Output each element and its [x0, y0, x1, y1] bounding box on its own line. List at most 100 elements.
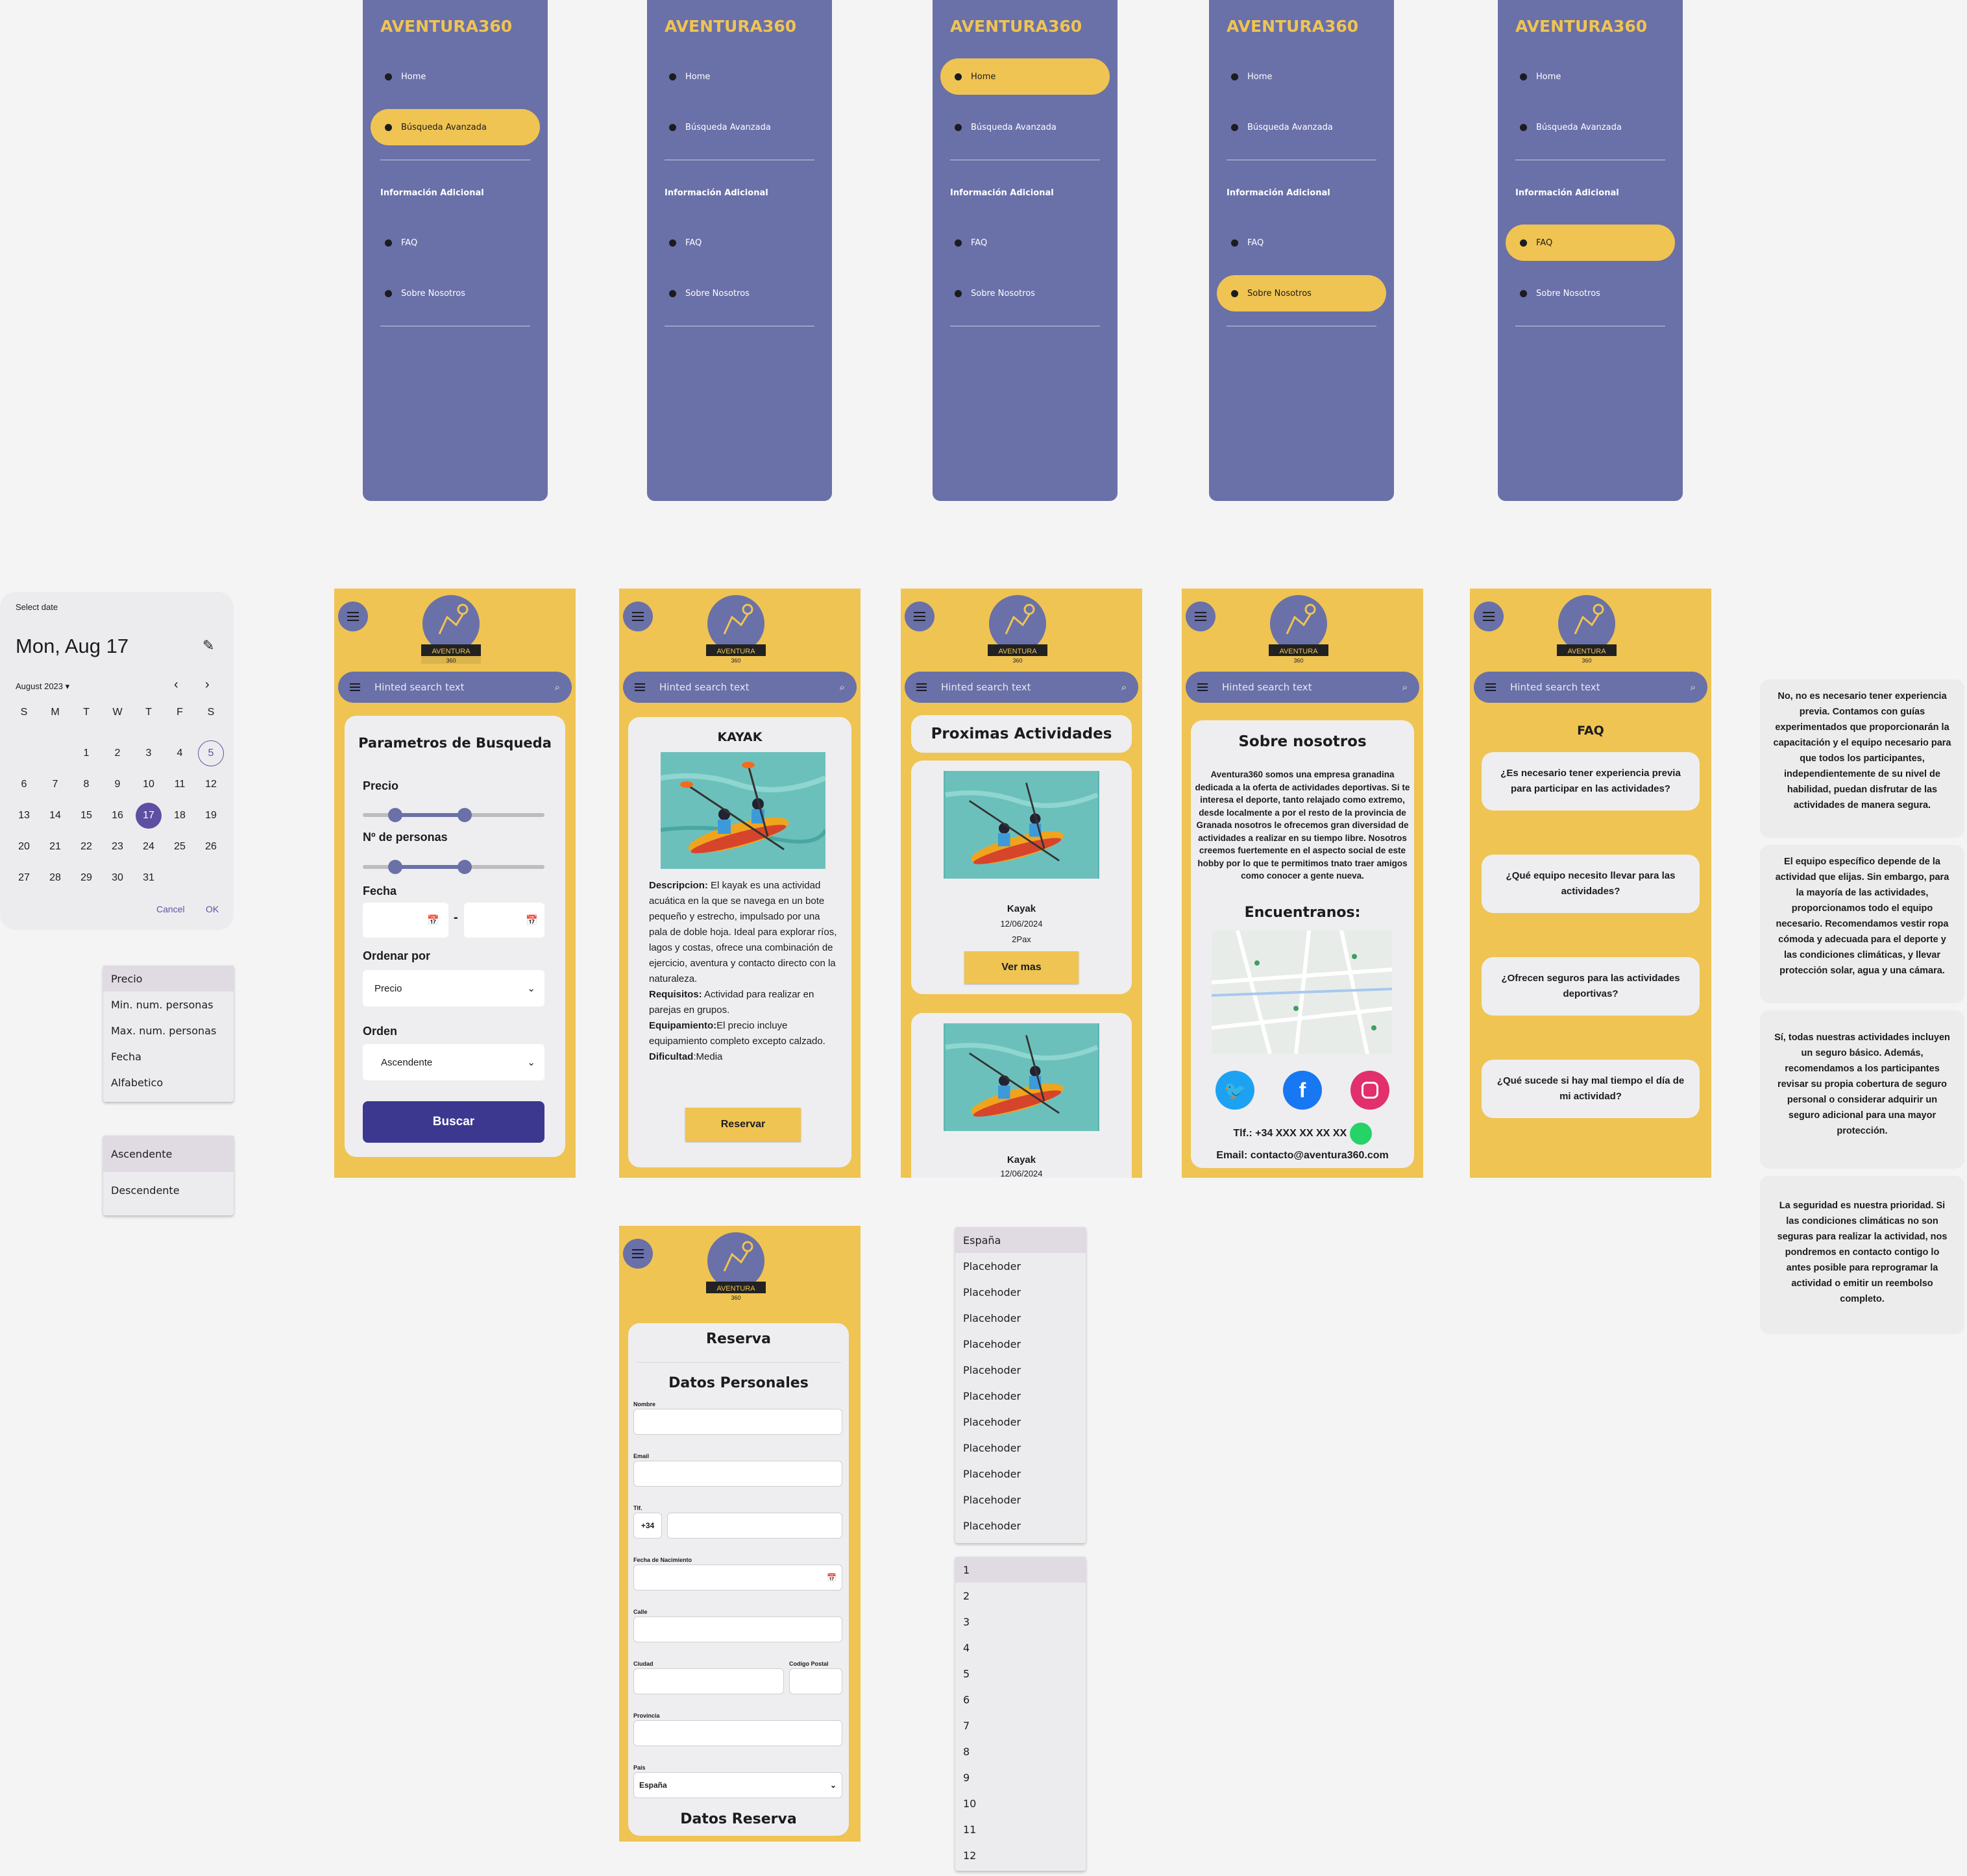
- menu-item[interactable]: Placehoder: [955, 1461, 1086, 1487]
- calendar-day[interactable]: 30: [102, 862, 133, 894]
- menu-item[interactable]: 3: [955, 1609, 1086, 1635]
- ver-mas-button[interactable]: Ver mas: [964, 951, 1079, 984]
- menu-item[interactable]: 12: [955, 1842, 1086, 1868]
- menu-item[interactable]: Placehoder: [955, 1487, 1086, 1513]
- fecha-fin-input[interactable]: 📅: [464, 903, 544, 938]
- calendar-day[interactable]: 17: [136, 803, 162, 829]
- calle-input[interactable]: [633, 1616, 842, 1642]
- calendar-day[interactable]: 6: [8, 769, 40, 800]
- menu-item[interactable]: Placehoder: [955, 1383, 1086, 1409]
- activity-card[interactable]: Kayak 12/06/2024 2Pax Ver mas: [911, 761, 1132, 994]
- drawer-item-sobre[interactable]: Sobre Nosotros: [940, 275, 1110, 311]
- drawer-item-faq[interactable]: FAQ: [1506, 225, 1675, 261]
- slider-thumb-max[interactable]: [457, 808, 472, 822]
- search-bar[interactable]: Hinted search text ⌕: [1474, 672, 1707, 703]
- menu-item[interactable]: Placehoder: [955, 1435, 1086, 1461]
- calendar-day[interactable]: 25: [164, 831, 195, 862]
- menu-item[interactable]: Max. num. personas: [103, 1017, 234, 1043]
- drawer-item-home[interactable]: Home: [371, 58, 540, 95]
- drawer-item-busqueda[interactable]: Búsqueda Avanzada: [940, 109, 1110, 145]
- ciudad-input[interactable]: [633, 1668, 784, 1694]
- menu-item[interactable]: Ascendente: [103, 1136, 234, 1172]
- menu-item[interactable]: 1: [955, 1557, 1086, 1583]
- drawer-item-sobre[interactable]: Sobre Nosotros: [1506, 275, 1675, 311]
- drawer-item-home[interactable]: Home: [940, 58, 1110, 95]
- ordenar-select[interactable]: Precio ⌄: [363, 970, 544, 1006]
- calendar-day[interactable]: 2: [102, 738, 133, 769]
- menu-button[interactable]: [338, 602, 368, 631]
- drawer-item-faq[interactable]: FAQ: [940, 225, 1110, 261]
- menu-item[interactable]: 2: [955, 1583, 1086, 1609]
- calendar-day[interactable]: 22: [71, 831, 102, 862]
- search-bar[interactable]: Hinted search text ⌕: [623, 672, 857, 703]
- menu-item[interactable]: 8: [955, 1738, 1086, 1764]
- calendar-day[interactable]: 4: [164, 738, 195, 769]
- calendar-day[interactable]: 16: [102, 800, 133, 831]
- drawer-item-home[interactable]: Home: [1217, 58, 1386, 95]
- chevron-left-icon[interactable]: ‹: [174, 677, 178, 692]
- calendar-day[interactable]: 27: [8, 862, 40, 894]
- facebook-icon[interactable]: f: [1283, 1071, 1322, 1110]
- calendar-day[interactable]: 28: [40, 862, 71, 894]
- menu-item[interactable]: 4: [955, 1635, 1086, 1661]
- menu-item[interactable]: 9: [955, 1764, 1086, 1790]
- drawer-item-busqueda[interactable]: Búsqueda Avanzada: [1506, 109, 1675, 145]
- slider-thumb-max[interactable]: [457, 860, 472, 874]
- faq-question[interactable]: ¿Es necesario tener experiencia previa p…: [1482, 752, 1700, 810]
- instagram-icon[interactable]: [1350, 1071, 1389, 1110]
- reservar-button[interactable]: Reservar: [685, 1108, 801, 1141]
- drawer-item-busqueda[interactable]: Búsqueda Avanzada: [655, 109, 824, 145]
- calendar-day[interactable]: 31: [133, 862, 164, 894]
- menu-button[interactable]: [905, 602, 935, 631]
- menu-item[interactable]: 5: [955, 1661, 1086, 1687]
- drawer-item-home[interactable]: Home: [655, 58, 824, 95]
- calendar-day[interactable]: 29: [71, 862, 102, 894]
- cp-input[interactable]: [789, 1668, 842, 1694]
- menu-item[interactable]: 7: [955, 1712, 1086, 1738]
- faq-question[interactable]: ¿Qué equipo necesito llevar para las act…: [1482, 855, 1700, 913]
- precio-slider[interactable]: [363, 808, 544, 822]
- nombre-input[interactable]: [633, 1409, 842, 1435]
- drawer-item-faq[interactable]: FAQ: [1217, 225, 1386, 261]
- calendar-day[interactable]: 7: [40, 769, 71, 800]
- menu-item[interactable]: Placehoder: [955, 1409, 1086, 1435]
- drawer-item-faq[interactable]: FAQ: [371, 225, 540, 261]
- drawer-item-busqueda[interactable]: Búsqueda Avanzada: [1217, 109, 1386, 145]
- menu-item[interactable]: Descendente: [103, 1172, 234, 1208]
- ok-button[interactable]: OK: [206, 904, 219, 914]
- menu-item[interactable]: España: [955, 1227, 1086, 1253]
- pais-select[interactable]: España ⌄: [633, 1772, 842, 1798]
- calendar-day[interactable]: 1: [71, 738, 102, 769]
- search-bar[interactable]: Hinted search text ⌕: [905, 672, 1138, 703]
- nacimiento-input[interactable]: 📅: [633, 1565, 842, 1590]
- calendar-day[interactable]: 8: [71, 769, 102, 800]
- calendar-day[interactable]: 15: [71, 800, 102, 831]
- calendar-day[interactable]: 13: [8, 800, 40, 831]
- faq-question[interactable]: ¿Qué sucede si hay mal tiempo el día de …: [1482, 1060, 1700, 1118]
- menu-item[interactable]: Placehoder: [955, 1305, 1086, 1331]
- menu-button[interactable]: [1186, 602, 1216, 631]
- menu-button[interactable]: [1474, 602, 1504, 631]
- search-bar[interactable]: Hinted search text ⌕: [1186, 672, 1419, 703]
- faq-question[interactable]: ¿Ofrecen seguros para las actividades de…: [1482, 957, 1700, 1016]
- activity-card[interactable]: Kayak 12/06/2024: [911, 1013, 1132, 1178]
- menu-button[interactable]: [623, 602, 653, 631]
- slider-thumb-min[interactable]: [388, 808, 403, 822]
- menu-item[interactable]: Fecha: [103, 1043, 234, 1069]
- phone-prefix[interactable]: +34: [633, 1513, 662, 1539]
- drawer-item-busqueda[interactable]: Búsqueda Avanzada: [371, 109, 540, 145]
- calendar-day[interactable]: 20: [8, 831, 40, 862]
- menu-item[interactable]: Placehoder: [955, 1253, 1086, 1279]
- drawer-item-sobre[interactable]: Sobre Nosotros: [371, 275, 540, 311]
- calendar-day[interactable]: 14: [40, 800, 71, 831]
- menu-item[interactable]: 10: [955, 1790, 1086, 1816]
- twitter-icon[interactable]: 🐦: [1216, 1071, 1254, 1110]
- menu-item[interactable]: Placehoder: [955, 1331, 1086, 1357]
- drawer-item-sobre[interactable]: Sobre Nosotros: [655, 275, 824, 311]
- calendar-day[interactable]: 21: [40, 831, 71, 862]
- fecha-inicio-input[interactable]: 📅: [363, 903, 448, 938]
- month-year-selector[interactable]: August 2023 ▾: [16, 681, 69, 692]
- tlf-input[interactable]: [667, 1513, 842, 1539]
- menu-item[interactable]: 6: [955, 1687, 1086, 1712]
- menu-button[interactable]: [623, 1239, 653, 1269]
